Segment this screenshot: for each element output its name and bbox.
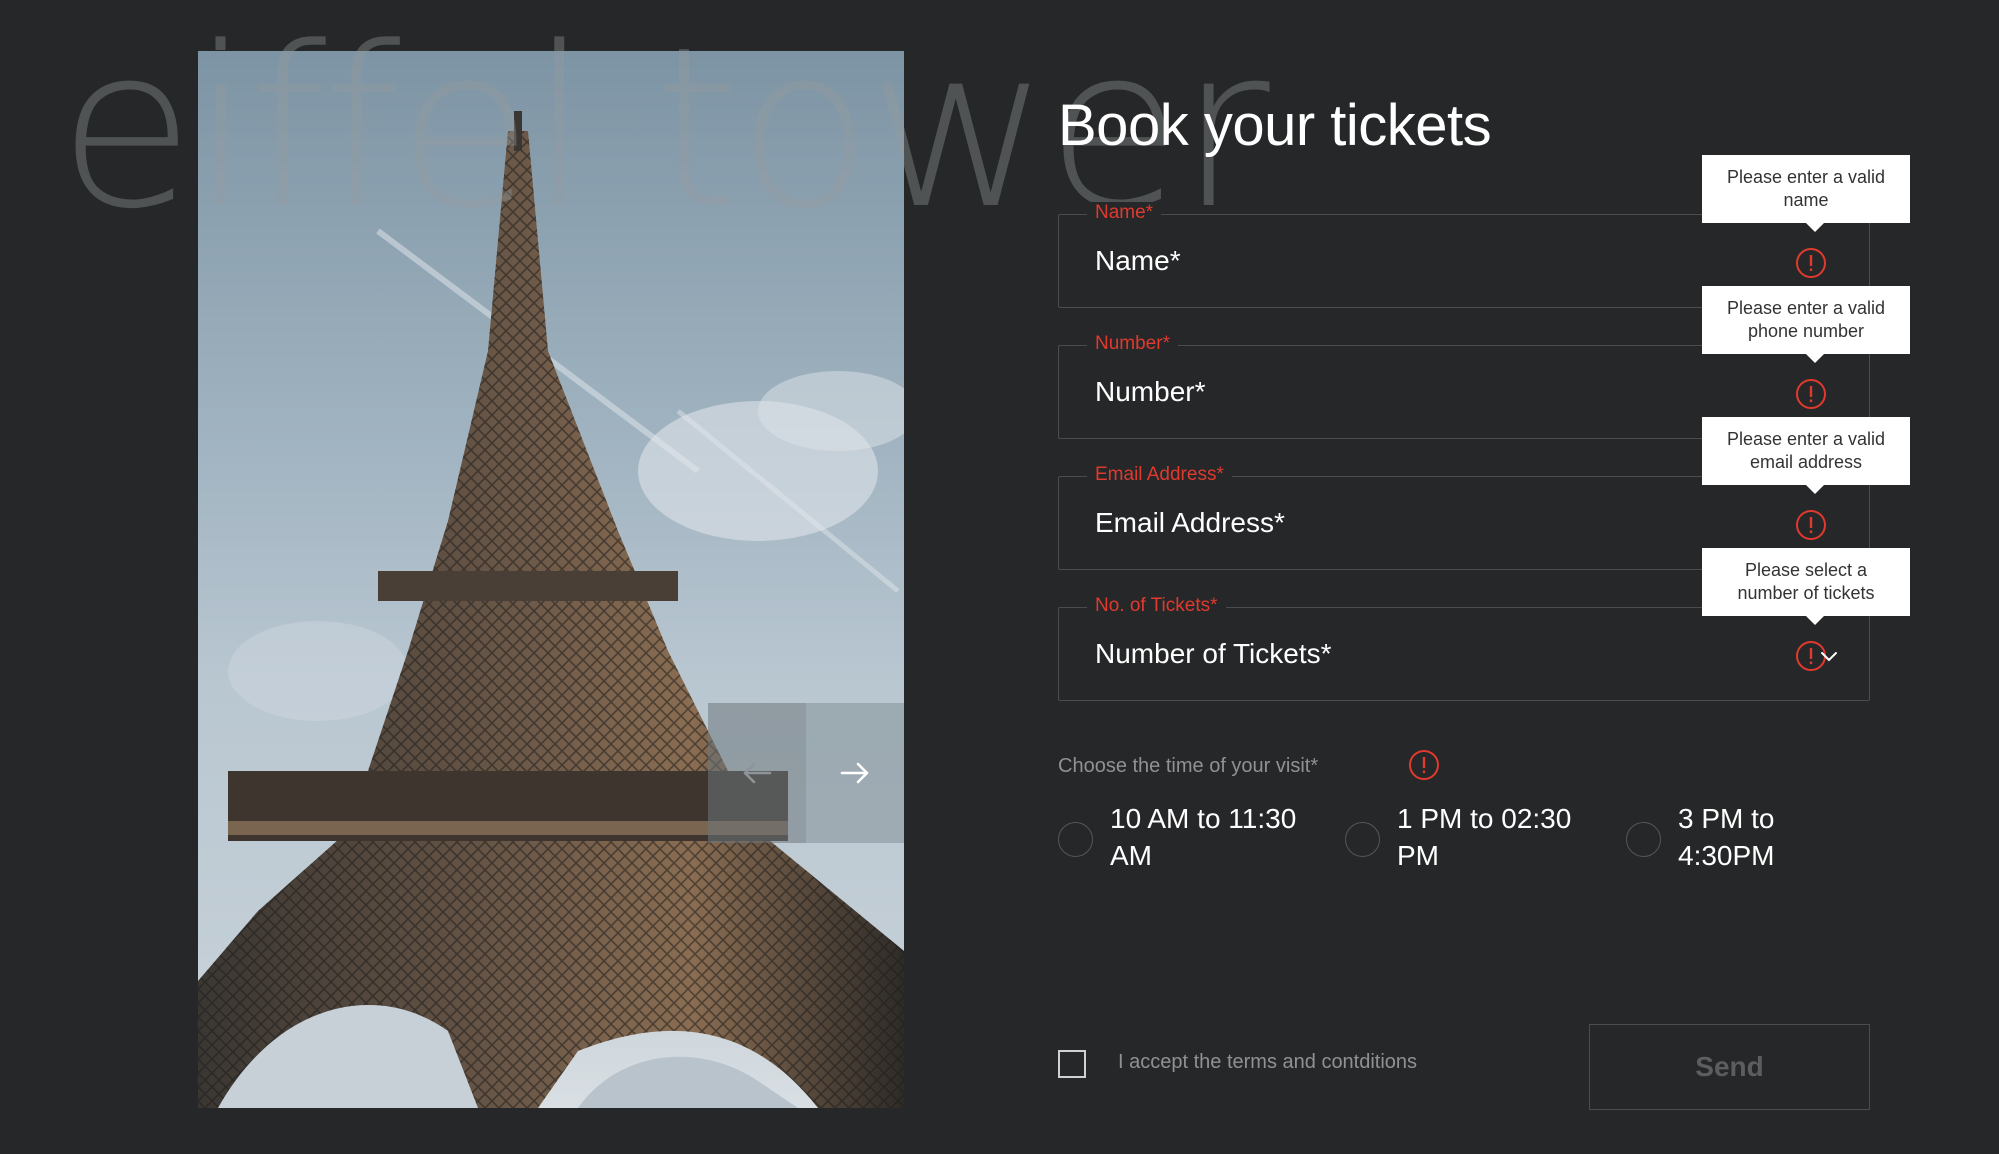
alert-circle-icon: [1796, 248, 1826, 278]
tickets-select[interactable]: No. of Tickets* Number of Tickets*: [1058, 595, 1870, 701]
name-field-label: Name*: [1087, 202, 1162, 224]
number-error-tooltip: Please enter a valid phone number: [1702, 286, 1910, 363]
tickets-select-value[interactable]: Number of Tickets*: [1095, 638, 1332, 670]
time-option-label: 10 AM to 11:30 AM: [1110, 803, 1297, 871]
eiffel-tower-image: [198, 111, 904, 1108]
time-option-late-afternoon[interactable]: 3 PM to 4:30PM: [1626, 800, 1808, 874]
alert-circle-icon: [1796, 379, 1826, 409]
carousel-nav: [708, 703, 904, 843]
arrow-right-icon: [840, 762, 869, 784]
time-option-afternoon[interactable]: 1 PM to 02:30 PM: [1345, 800, 1587, 874]
time-option-label: 3 PM to 4:30PM: [1678, 803, 1775, 871]
form-title: Book your tickets: [1058, 93, 1492, 158]
chevron-down-icon[interactable]: [1819, 646, 1839, 666]
alert-circle-icon: [1409, 750, 1439, 780]
terms-label: I accept the terms and contditions: [1118, 1051, 1418, 1073]
number-input-placeholder[interactable]: Number*: [1095, 376, 1205, 408]
radio-button[interactable]: [1626, 822, 1661, 857]
time-option-morning[interactable]: 10 AM to 11:30 AM: [1058, 800, 1300, 874]
visit-time-label: Choose the time of your visit*: [1058, 755, 1319, 777]
next-slide-button[interactable]: [806, 703, 904, 843]
name-error-tooltip: Please enter a valid name: [1702, 155, 1910, 232]
arrow-left-icon: [743, 762, 772, 784]
terms-checkbox[interactable]: [1058, 1050, 1086, 1078]
send-button[interactable]: Send: [1589, 1024, 1870, 1110]
radio-button[interactable]: [1345, 822, 1380, 857]
time-option-label: 1 PM to 02:30 PM: [1397, 803, 1572, 871]
tickets-field-label: No. of Tickets*: [1087, 595, 1226, 617]
name-input-placeholder[interactable]: Name*: [1095, 245, 1181, 277]
number-field-label: Number*: [1087, 333, 1178, 355]
email-field-label: Email Address*: [1087, 464, 1232, 486]
radio-button[interactable]: [1058, 822, 1093, 857]
eiffel-tower-photo: [198, 51, 904, 1108]
alert-circle-icon: [1796, 510, 1826, 540]
previous-slide-button[interactable]: [708, 703, 806, 843]
tickets-error-tooltip: Please select a number of tickets: [1702, 548, 1910, 625]
email-error-tooltip: Please enter a valid email address: [1702, 417, 1910, 494]
email-input-placeholder[interactable]: Email Address*: [1095, 507, 1285, 539]
